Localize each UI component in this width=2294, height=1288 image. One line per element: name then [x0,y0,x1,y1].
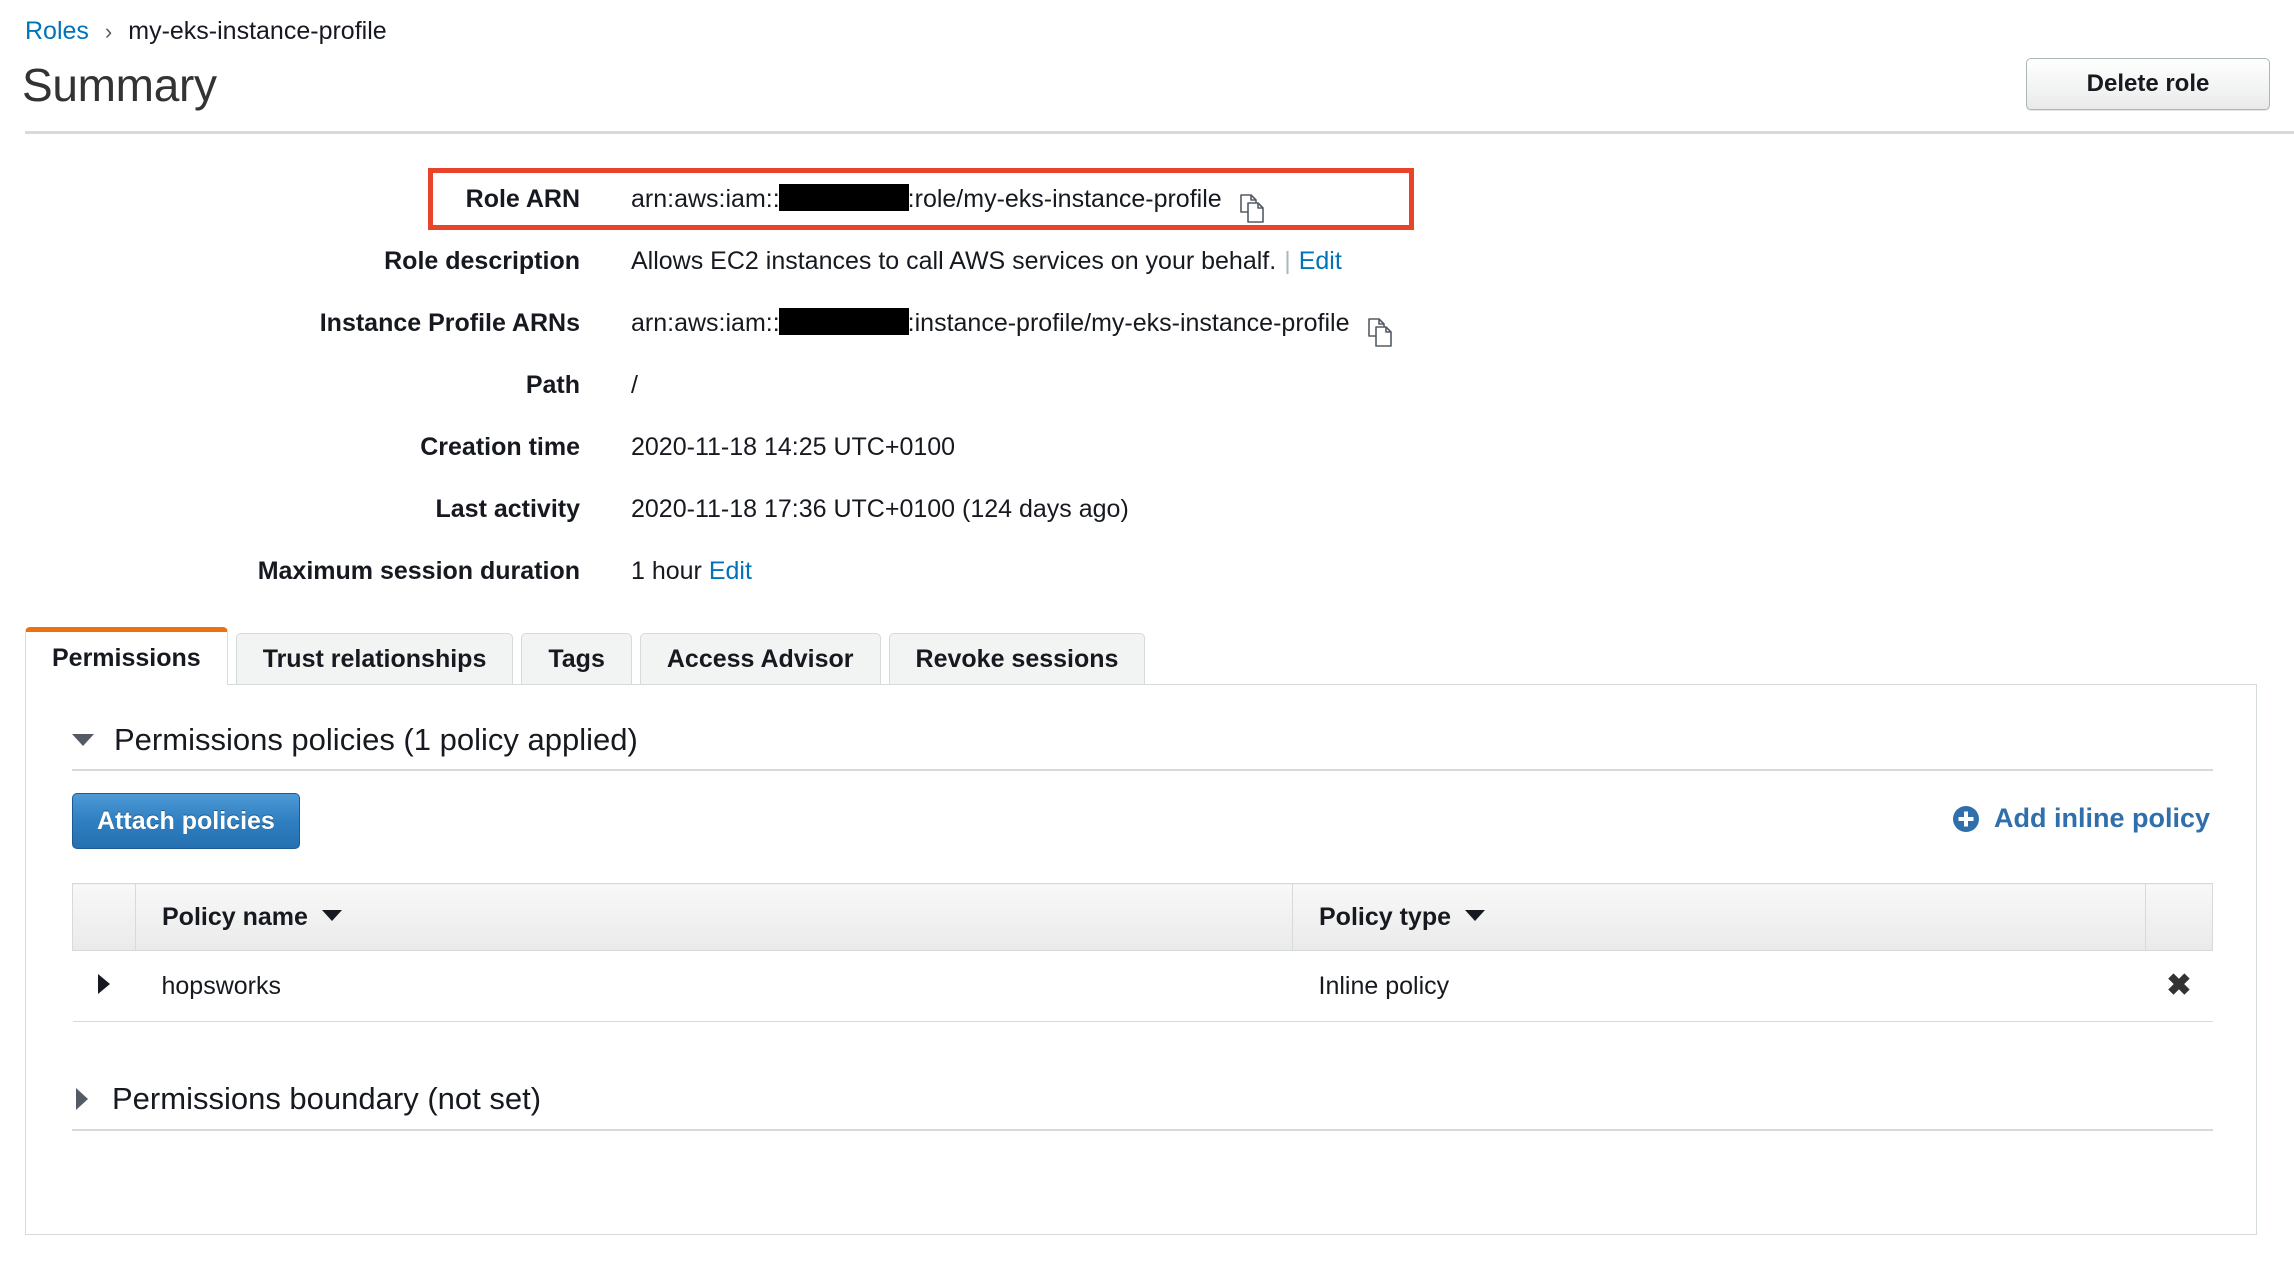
role-description-text: Allows EC2 instances to call AWS service… [631,230,1276,292]
instance-profile-arn-prefix: arn:aws:iam:: [631,292,780,354]
label-role-description: Role description [0,230,580,292]
tab-revoke-sessions[interactable]: Revoke sessions [889,633,1146,685]
role-arn-suffix: :role/my-eks-instance-profile [908,168,1222,230]
table-row: hopsworks Inline policy ✖ [73,951,2213,1022]
edit-maximum-session-duration-link[interactable]: Edit [709,540,752,602]
copy-icon[interactable] [1368,309,1394,339]
table-header-policy-name[interactable]: Policy name [136,884,1293,951]
chevron-right-icon[interactable] [98,974,110,994]
value-last-activity: 2020-11-18 17:36 UTC+0100 (124 days ago) [631,478,1129,540]
add-inline-policy-label: Add inline policy [1994,803,2210,834]
label-last-activity: Last activity [0,478,580,540]
tab-access-advisor[interactable]: Access Advisor [640,633,881,685]
delete-role-button[interactable]: Delete role [2026,58,2270,110]
tab-bar: Permissions Trust relationships Tags Acc… [25,627,1153,685]
attach-policies-button[interactable]: Attach policies [72,793,300,849]
cell-policy-type: Inline policy [1293,951,2146,1022]
label-instance-profile-arns: Instance Profile ARNs [0,292,580,354]
label-maximum-session-duration: Maximum session duration [0,540,580,602]
breadcrumb-link-roles[interactable]: Roles [25,17,89,45]
permissions-policies-title: Permissions policies (1 policy applied) [114,722,638,758]
value-path: / [631,354,638,416]
breadcrumb: Roles › my-eks-instance-profile [25,16,387,47]
policy-name-column-label: Policy name [162,903,308,931]
value-maximum-session-duration: 1 hour Edit [631,540,752,602]
summary-row-last-activity: Last activity 2020-11-18 17:36 UTC+0100 … [0,478,2294,540]
sort-caret-icon[interactable] [1465,910,1485,921]
permissions-panel: Permissions policies (1 policy applied) … [25,684,2257,1235]
summary-row-maximum-session-duration: Maximum session duration 1 hour Edit [0,540,2294,602]
label-role-arn: Role ARN [0,168,580,230]
redaction-bar [779,184,909,211]
summary-row-role-description: Role description Allows EC2 instances to… [0,230,2294,292]
policies-table: Policy name Policy type hopsworks Inline… [72,883,2213,1022]
redaction-bar [779,308,909,335]
summary-row-instance-profile-arns: Instance Profile ARNs arn:aws:iam:::inst… [0,292,2294,354]
breadcrumb-current: my-eks-instance-profile [128,17,386,45]
header-divider [25,131,2294,134]
plus-circle-icon [1952,805,1980,833]
table-header-actions [2146,884,2213,951]
copy-icon[interactable] [1240,185,1266,215]
permissions-boundary-divider [72,1129,2213,1131]
row-expand-cell[interactable] [73,951,136,1022]
summary-details: Role ARN arn:aws:iam:::role/my-eks-insta… [0,168,2294,602]
value-instance-profile-arns: arn:aws:iam:::instance-profile/my-eks-in… [631,292,1394,354]
permissions-policies-divider [72,769,2213,771]
permissions-policies-section-header[interactable]: Permissions policies (1 policy applied) [72,722,2213,758]
permissions-boundary-section-header[interactable]: Permissions boundary (not set) [72,1081,2213,1117]
tab-trust-relationships[interactable]: Trust relationships [236,633,514,685]
table-header-policy-type[interactable]: Policy type [1293,884,2146,951]
breadcrumb-separator-icon: › [105,19,112,44]
role-arn-prefix: arn:aws:iam:: [631,168,780,230]
separator-pipe: | [1284,230,1291,292]
chevron-down-icon[interactable] [72,734,94,746]
add-inline-policy-link[interactable]: Add inline policy [1952,803,2210,834]
label-creation-time: Creation time [0,416,580,478]
edit-role-description-link[interactable]: Edit [1299,230,1342,292]
page-title: Summary [22,58,217,112]
tab-tags[interactable]: Tags [521,633,632,685]
table-header-expand [73,884,136,951]
value-creation-time: 2020-11-18 14:25 UTC+0100 [631,416,955,478]
cell-remove-policy[interactable]: ✖ [2146,951,2213,1022]
sort-caret-icon[interactable] [322,910,342,921]
label-path: Path [0,354,580,416]
policy-type-column-label: Policy type [1319,903,1451,931]
value-role-description: Allows EC2 instances to call AWS service… [631,230,1342,292]
maximum-session-duration-text: 1 hour [631,540,702,602]
cell-policy-name[interactable]: hopsworks [136,951,1293,1022]
chevron-right-icon[interactable] [76,1088,88,1110]
table-header-row: Policy name Policy type [73,884,2213,951]
tab-permissions[interactable]: Permissions [25,627,228,685]
instance-profile-arn-suffix: :instance-profile/my-eks-instance-profil… [908,292,1350,354]
permissions-boundary-title: Permissions boundary (not set) [112,1081,541,1117]
summary-row-path: Path / [0,354,2294,416]
summary-row-role-arn: Role ARN arn:aws:iam:::role/my-eks-insta… [0,168,2294,230]
value-role-arn: arn:aws:iam:::role/my-eks-instance-profi… [631,168,1266,230]
close-icon[interactable]: ✖ [2166,971,2191,1001]
summary-row-creation-time: Creation time 2020-11-18 14:25 UTC+0100 [0,416,2294,478]
